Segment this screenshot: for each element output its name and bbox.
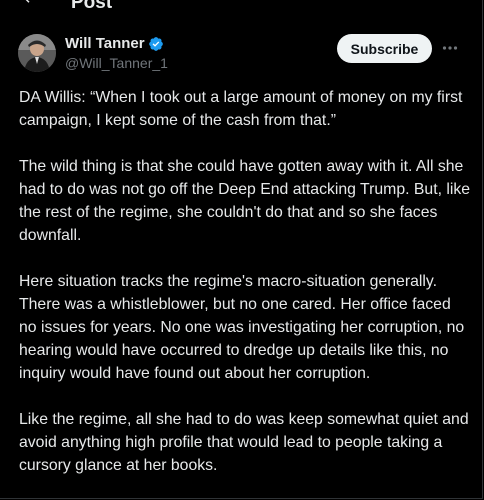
post-paragraph: Like the regime, all she had to do was k… [19,411,469,474]
author-display-name[interactable]: Will Tanner [65,35,145,53]
verified-badge-icon [148,37,163,51]
back-button[interactable] [14,0,44,12]
post-paragraph: Here situation tracks the regime's macro… [19,273,465,382]
post-view: Post Will Tanner @Will_Tanner_1 Subscrib… [0,0,483,499]
post-text: DA Willis: “When I took out a large amou… [19,86,471,500]
author-handle[interactable]: @Will_Tanner_1 [65,55,168,72]
more-horizontal-icon [442,46,458,50]
top-bar: Post [0,0,484,13]
more-options-button[interactable] [440,36,460,60]
subscribe-button[interactable]: Subscribe [337,34,432,63]
page-title: Post [71,0,113,13]
arrow-left-icon [25,0,30,3]
post-paragraph: The wild thing is that she could have go… [19,158,471,244]
post-header: Will Tanner @Will_Tanner_1 Subscribe [0,28,484,78]
author-name-row: Will Tanner [65,35,164,53]
avatar-image [18,34,56,72]
avatar[interactable] [18,34,56,72]
post-paragraph: DA Willis: “When I took out a large amou… [19,89,463,129]
